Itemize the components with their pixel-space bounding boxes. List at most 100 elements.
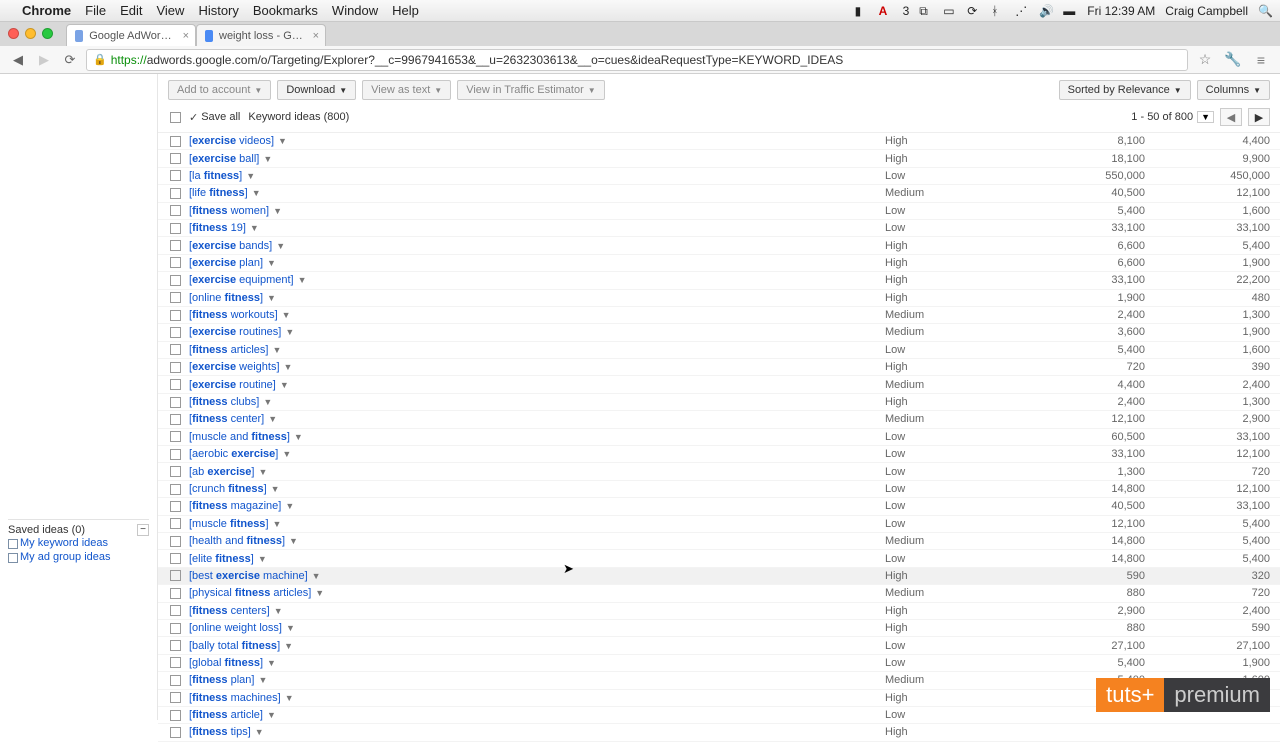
wrench-icon[interactable]: 🔧	[1222, 49, 1244, 71]
menu-history[interactable]: History	[198, 3, 238, 18]
dropdown-icon[interactable]: ▼	[258, 467, 267, 477]
dropdown-icon[interactable]: ▼	[255, 727, 264, 737]
row-checkbox[interactable]	[170, 170, 181, 181]
dropdown-icon[interactable]: ▼	[252, 188, 261, 198]
browser-tab[interactable]: weight loss - Google Sear ×	[196, 24, 326, 46]
clock[interactable]: Fri 12:39 AM	[1087, 4, 1155, 18]
dropdown-icon[interactable]: ▼	[273, 206, 282, 216]
dropdown-icon[interactable]: ▼	[280, 380, 289, 390]
row-checkbox[interactable]	[170, 518, 181, 529]
keyword-link[interactable]: [health and fitness]▼	[189, 535, 885, 547]
dropdown-icon[interactable]: ▼	[312, 571, 321, 581]
dropdown-icon[interactable]: ▼	[282, 449, 291, 459]
row-checkbox[interactable]	[170, 205, 181, 216]
add-to-account-button[interactable]: Add to account▼	[168, 80, 271, 100]
collapse-icon[interactable]: −	[137, 524, 149, 536]
keyword-link[interactable]: [fitness article]▼	[189, 709, 885, 721]
address-bar[interactable]: 🔒 https://adwords.google.com/o/Targeting…	[86, 49, 1188, 71]
spotlight-icon[interactable]: 🔍	[1258, 4, 1272, 18]
sort-button[interactable]: Sorted by Relevance▼	[1059, 80, 1191, 100]
keyword-link[interactable]: [exercise routines]▼	[189, 326, 885, 338]
page-size-dropdown[interactable]: ▼	[1197, 111, 1214, 123]
dropdown-icon[interactable]: ▼	[271, 484, 280, 494]
dropdown-icon[interactable]: ▼	[282, 310, 291, 320]
battery-icon[interactable]: ▬	[1063, 4, 1077, 18]
row-checkbox[interactable]	[170, 484, 181, 495]
row-checkbox[interactable]	[170, 223, 181, 234]
menu-edit[interactable]: Edit	[120, 3, 142, 18]
row-checkbox[interactable]	[170, 640, 181, 651]
row-checkbox[interactable]	[170, 692, 181, 703]
dropdown-icon[interactable]: ▼	[285, 501, 294, 511]
keyword-link[interactable]: [fitness plan]▼	[189, 674, 885, 686]
save-all-button[interactable]: ✓Save all	[189, 111, 240, 124]
row-checkbox[interactable]	[170, 188, 181, 199]
dropdown-icon[interactable]: ▼	[273, 519, 282, 529]
reload-button[interactable]: ⟳	[60, 50, 80, 70]
zoom-window-button[interactable]	[42, 28, 53, 39]
keyword-link[interactable]: [muscle fitness]▼	[189, 518, 885, 530]
back-button[interactable]: ◀	[8, 50, 28, 70]
row-checkbox[interactable]	[170, 136, 181, 147]
row-checkbox[interactable]	[170, 623, 181, 634]
dropdown-icon[interactable]: ▼	[278, 136, 287, 146]
user-name[interactable]: Craig Campbell	[1165, 4, 1248, 18]
dropdown-icon[interactable]: ▼	[258, 675, 267, 685]
dropdown-icon[interactable]: ▼	[285, 327, 294, 337]
dropdown-icon[interactable]: ▼	[263, 154, 272, 164]
app-name[interactable]: Chrome	[22, 3, 71, 18]
close-tab-icon[interactable]: ×	[183, 30, 189, 42]
keyword-link[interactable]: [life fitness]▼	[189, 187, 885, 199]
keyword-link[interactable]: [fitness women]▼	[189, 205, 885, 217]
keyword-link[interactable]: [physical fitness articles]▼	[189, 587, 885, 599]
sidebar-item-keyword-ideas[interactable]: My keyword ideas	[8, 536, 149, 550]
row-checkbox[interactable]	[170, 431, 181, 442]
row-checkbox[interactable]	[170, 379, 181, 390]
row-checkbox[interactable]	[170, 675, 181, 686]
keyword-link[interactable]: [exercise ball]▼	[189, 153, 885, 165]
keyword-link[interactable]: [crunch fitness]▼	[189, 483, 885, 495]
keyword-link[interactable]: [fitness tips]▼	[189, 726, 885, 738]
row-checkbox[interactable]	[170, 344, 181, 355]
row-checkbox[interactable]	[170, 257, 181, 268]
row-checkbox[interactable]	[170, 570, 181, 581]
dropdown-icon[interactable]: ▼	[267, 293, 276, 303]
dropdown-icon[interactable]: ▼	[267, 658, 276, 668]
status-icon[interactable]: ▮	[855, 4, 869, 18]
row-checkbox[interactable]	[170, 292, 181, 303]
keyword-link[interactable]: [ab exercise]▼	[189, 466, 885, 478]
bookmark-icon[interactable]: ☆	[1194, 49, 1216, 71]
row-checkbox[interactable]	[170, 710, 181, 721]
forward-button[interactable]: ▶	[34, 50, 54, 70]
minimize-window-button[interactable]	[25, 28, 36, 39]
menu-view[interactable]: View	[156, 3, 184, 18]
bluetooth-icon[interactable]: ᚼ	[991, 4, 1005, 18]
keyword-link[interactable]: [exercise videos]▼	[189, 135, 885, 147]
keyword-link[interactable]: [online fitness]▼	[189, 292, 885, 304]
row-checkbox[interactable]	[170, 588, 181, 599]
sync-icon[interactable]: ⟳	[967, 4, 981, 18]
row-checkbox[interactable]	[170, 553, 181, 564]
row-checkbox[interactable]	[170, 449, 181, 460]
select-all-checkbox[interactable]	[170, 112, 181, 123]
menu-bookmarks[interactable]: Bookmarks	[253, 3, 318, 18]
keyword-link[interactable]: [fitness center]▼	[189, 413, 885, 425]
keyword-link[interactable]: [fitness articles]▼	[189, 344, 885, 356]
row-checkbox[interactable]	[170, 397, 181, 408]
close-tab-icon[interactable]: ×	[313, 30, 319, 42]
dropdown-icon[interactable]: ▼	[284, 362, 293, 372]
keyword-link[interactable]: [fitness workouts]▼	[189, 309, 885, 321]
keyword-link[interactable]: [bally total fitness]▼	[189, 640, 885, 652]
row-checkbox[interactable]	[170, 327, 181, 338]
keyword-link[interactable]: [exercise routine]▼	[189, 379, 885, 391]
keyword-link[interactable]: [exercise weights]▼	[189, 361, 885, 373]
menu-icon[interactable]: ≡	[1250, 49, 1272, 71]
keyword-link[interactable]: [elite fitness]▼	[189, 553, 885, 565]
row-checkbox[interactable]	[170, 727, 181, 738]
menu-file[interactable]: File	[85, 3, 106, 18]
volume-icon[interactable]: 🔊	[1039, 4, 1053, 18]
row-checkbox[interactable]	[170, 605, 181, 616]
keyword-link[interactable]: [fitness clubs]▼	[189, 396, 885, 408]
row-checkbox[interactable]	[170, 466, 181, 477]
keyword-link[interactable]: [la fitness]▼	[189, 170, 885, 182]
